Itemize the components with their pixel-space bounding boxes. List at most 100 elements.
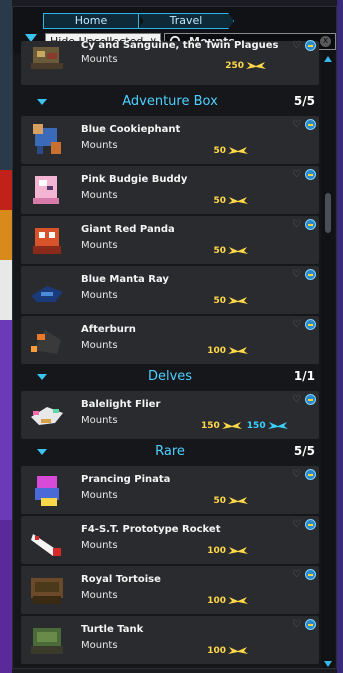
scroll-up-icon[interactable] <box>324 56 332 62</box>
flux-wings-icon <box>228 497 248 504</box>
pinata-mount-icon <box>35 476 59 506</box>
item-price: 50 <box>213 196 249 206</box>
price-value: 100 <box>207 596 226 606</box>
mount-badge-icon <box>305 119 316 130</box>
list-item[interactable]: Blue Cookiephant Mounts 50 ♡ <box>21 116 319 164</box>
flux-wings-icon <box>228 147 248 154</box>
item-type: Mounts <box>81 415 118 426</box>
item-price: 100 <box>207 596 249 606</box>
section-title: Delves <box>147 369 193 384</box>
turtle-tank-mount-icon <box>31 628 63 654</box>
flux-wings-icon <box>267 422 288 429</box>
clear-search-icon[interactable]: x <box>320 36 331 47</box>
list-item[interactable]: F4-S.T. Prototype Rocket Mounts 100 ♡ <box>21 516 319 564</box>
item-name: Balelight Flier <box>81 399 161 410</box>
price-value: 50 <box>213 196 226 206</box>
flux-wings-icon <box>228 347 248 354</box>
favorite-heart-icon[interactable]: ♡ <box>292 319 301 330</box>
list-item[interactable]: Royal Tortoise Mounts 100 ♡ <box>21 566 319 614</box>
flux-wings-icon <box>228 197 248 204</box>
item-name: Pink Budgie Buddy <box>81 174 188 185</box>
price-value: 150 <box>201 421 220 431</box>
item-type: Mounts <box>81 540 118 551</box>
favorite-heart-icon[interactable]: ♡ <box>292 619 301 630</box>
collection-panel: Home Travel Hide Uncollected ∨ Mounts x <box>12 6 337 669</box>
breadcrumb-home[interactable]: Home <box>43 13 139 29</box>
favorite-heart-icon[interactable]: ♡ <box>292 119 301 130</box>
price-value: 100 <box>207 546 226 556</box>
flux-wings-icon <box>228 247 248 254</box>
price-value: 50 <box>213 296 226 306</box>
price-value: 100 <box>207 346 226 356</box>
list-item[interactable]: Prancing Pinata Mounts 50 ♡ <box>21 466 319 514</box>
flux-wings-icon <box>221 422 242 429</box>
item-price: 50 <box>213 246 249 256</box>
mount-badge-icon <box>305 569 316 580</box>
flux-wings-icon <box>246 62 266 69</box>
rocket-mount-icon <box>31 534 61 556</box>
tortoise-mount-icon <box>31 578 63 604</box>
flux-wings-icon <box>228 297 248 304</box>
favorite-heart-icon[interactable]: ♡ <box>292 40 301 51</box>
mount-badge-icon <box>305 40 316 51</box>
item-price: 250 <box>225 61 267 71</box>
item-price: 50 <box>213 146 249 156</box>
list-item[interactable]: Afterburn Mounts 100 ♡ <box>21 316 319 364</box>
item-price: 50 <box>213 496 249 506</box>
price-value: 50 <box>213 246 226 256</box>
item-type: Mounts <box>81 340 118 351</box>
item-price: 50 <box>213 296 249 306</box>
mount-badge-icon <box>305 319 316 330</box>
item-name: Turtle Tank <box>81 624 144 635</box>
favorite-heart-icon[interactable]: ♡ <box>292 569 301 580</box>
breadcrumb-travel[interactable]: Travel <box>138 13 234 29</box>
list-item[interactable]: Cy and Sanguine, the Twin Plagues Mounts… <box>21 40 319 85</box>
item-price: 100 <box>207 646 249 656</box>
red-panda-mount-icon <box>33 228 61 254</box>
mount-badge-icon <box>305 469 316 480</box>
item-name: Afterburn <box>81 324 136 335</box>
favorite-heart-icon[interactable]: ♡ <box>292 169 301 180</box>
flux-wings-icon <box>228 647 248 654</box>
favorite-heart-icon[interactable]: ♡ <box>292 469 301 480</box>
mount-badge-icon <box>305 519 316 530</box>
list-item[interactable]: Turtle Tank Mounts 100 ♡ <box>21 616 319 664</box>
breadcrumb: Home Travel <box>43 13 234 29</box>
list-item[interactable]: Blue Manta Ray Mounts 50 ♡ <box>21 266 319 314</box>
manta-ray-mount-icon <box>31 286 63 302</box>
section-count: 5/5 <box>293 444 315 458</box>
favorite-heart-icon[interactable]: ♡ <box>292 394 301 405</box>
list-item[interactable]: Balelight Flier Mounts 150 150 ♡ <box>21 391 319 439</box>
item-type: Mounts <box>81 490 118 501</box>
scroll-down-icon[interactable] <box>324 661 332 667</box>
favorite-heart-icon[interactable]: ♡ <box>292 269 301 280</box>
item-type: Mounts <box>81 190 118 201</box>
item-name: Blue Manta Ray <box>81 274 169 285</box>
favorite-heart-icon[interactable]: ♡ <box>292 219 301 230</box>
list-scrollbar[interactable] <box>321 53 335 668</box>
mount-badge-icon <box>305 169 316 180</box>
section-header[interactable]: Adventure Box 5/5 <box>21 91 319 113</box>
flux-wings-icon <box>228 547 248 554</box>
price-value-secondary: 150 <box>246 421 266 431</box>
list-item[interactable]: Giant Red Panda Mounts 50 ♡ <box>21 216 319 264</box>
item-price: 150 150 <box>201 421 289 431</box>
item-type: Mounts <box>81 54 118 65</box>
item-price: 100 <box>207 346 249 356</box>
section-header[interactable]: Rare 5/5 <box>21 441 319 463</box>
favorite-heart-icon[interactable]: ♡ <box>292 519 301 530</box>
mount-badge-icon <box>305 219 316 230</box>
mount-badge-icon <box>305 269 316 280</box>
item-name: Giant Red Panda <box>81 224 175 235</box>
item-type: Mounts <box>81 240 118 251</box>
section-count: 1/1 <box>293 369 315 383</box>
scrollbar-thumb[interactable] <box>325 193 331 233</box>
section-header[interactable]: Delves 1/1 <box>21 366 319 388</box>
price-value: 50 <box>213 496 226 506</box>
section-count: 5/5 <box>293 94 315 108</box>
twin-plagues-mount-icon <box>31 47 63 69</box>
list-item[interactable]: Pink Budgie Buddy Mounts 50 ♡ <box>21 166 319 214</box>
section-title: Rare <box>155 444 185 459</box>
item-type: Mounts <box>81 290 118 301</box>
item-type: Mounts <box>81 140 118 151</box>
